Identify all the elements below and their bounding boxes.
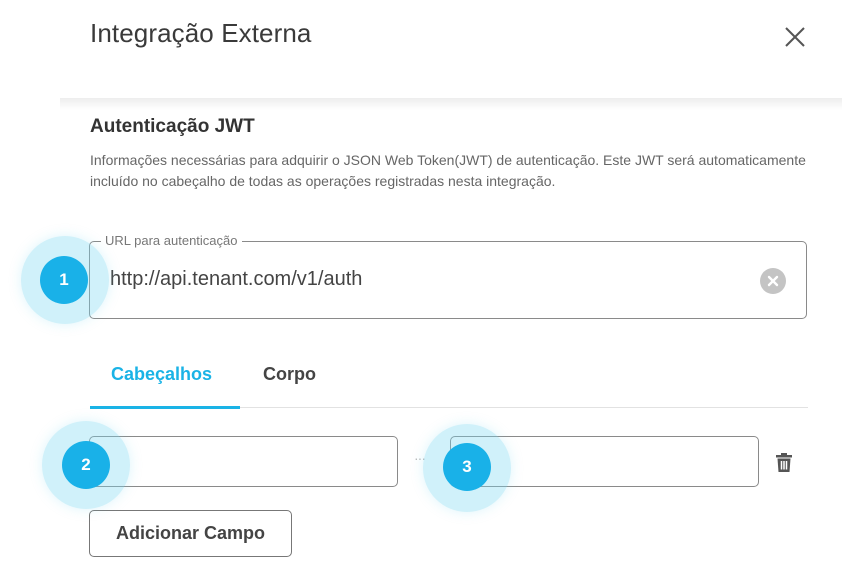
clear-circle-icon[interactable] xyxy=(760,268,786,294)
active-tab-indicator xyxy=(90,406,240,409)
auth-url-label: URL para autenticação xyxy=(101,233,242,248)
header-key-input[interactable] xyxy=(89,436,398,487)
auth-url-input[interactable]: http://api.tenant.com/v1/auth xyxy=(110,268,362,291)
tab-corpo[interactable]: Corpo xyxy=(263,364,316,385)
close-icon[interactable] xyxy=(780,22,810,52)
clear-url-button[interactable] xyxy=(760,268,786,294)
delete-header-button[interactable] xyxy=(774,452,794,474)
section-description: Informações necessárias para adquirir o … xyxy=(90,152,806,189)
step-marker-1: 1 xyxy=(40,256,88,304)
trash-icon[interactable] xyxy=(774,452,794,474)
step-marker-2: 2 xyxy=(62,441,110,489)
tab-cabecalhos[interactable]: Cabeçalhos xyxy=(111,364,212,385)
dialog-title: Integração Externa xyxy=(90,18,312,48)
section-title: Autenticação JWT xyxy=(90,116,255,137)
add-field-button[interactable]: Adicionar Campo xyxy=(89,510,292,557)
header-divider-shadow xyxy=(60,98,842,110)
close-button[interactable] xyxy=(780,22,810,52)
step-marker-3: 3 xyxy=(443,443,491,491)
